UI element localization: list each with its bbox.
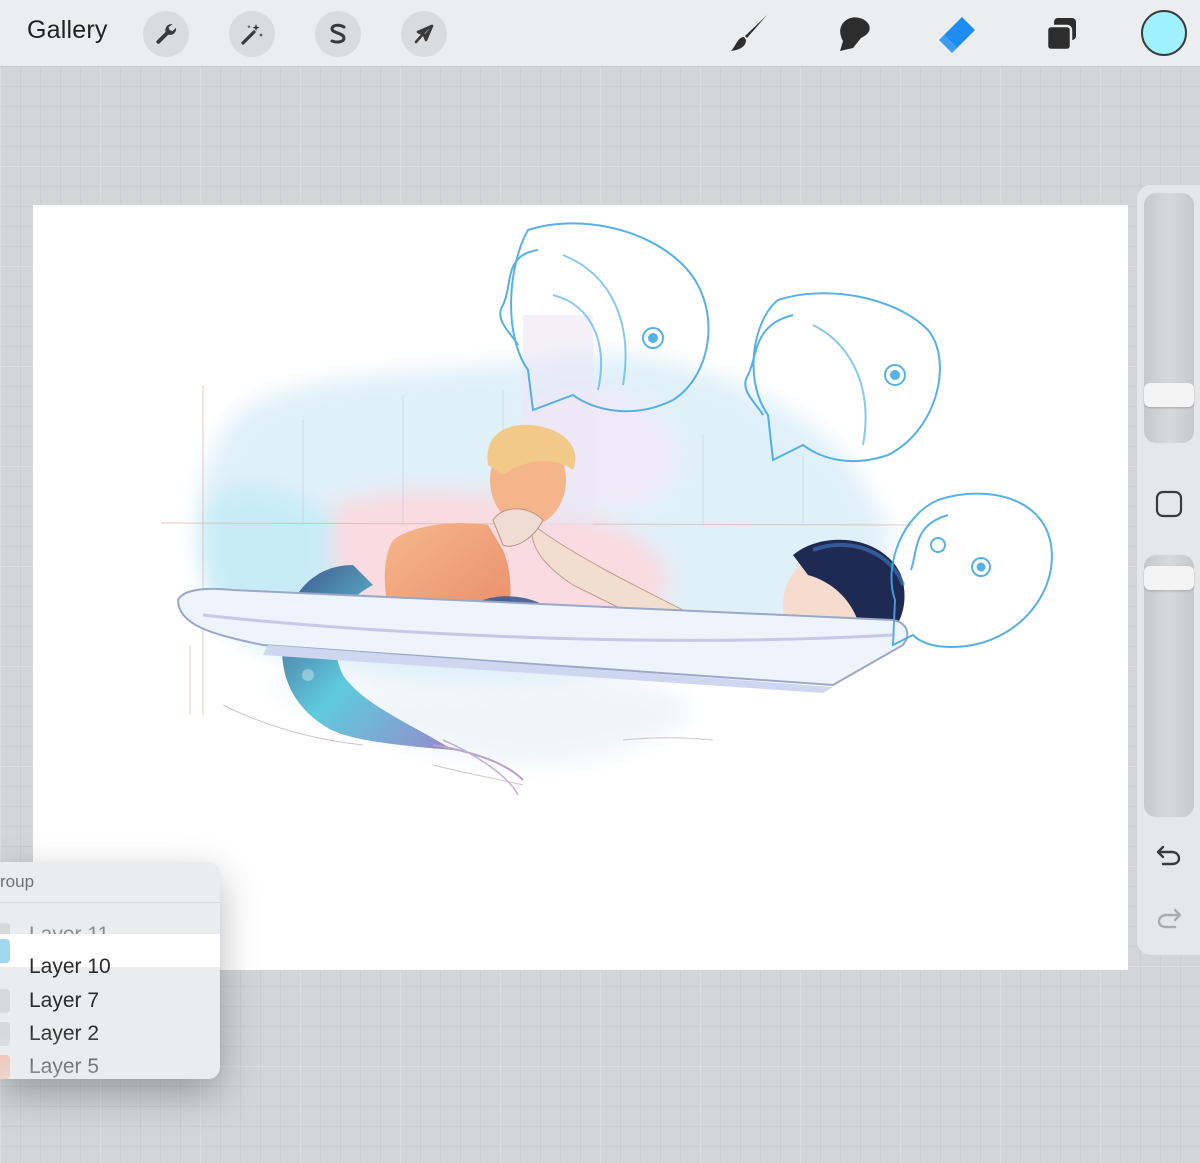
selection-s-icon	[330, 23, 346, 44]
square-modifier-icon[interactable]	[1155, 490, 1183, 518]
gallery-button[interactable]: Gallery	[27, 16, 108, 45]
undo-icon[interactable]	[1154, 839, 1184, 869]
brush-size-knob[interactable]	[1144, 383, 1194, 407]
divider	[0, 902, 220, 903]
layers-panel: roup Layer 11 Layer 10 Layer 7 Layer 2 L…	[0, 862, 220, 1079]
drawing-canvas[interactable]	[33, 205, 1128, 970]
layer-name: Layer 5	[29, 1055, 100, 1078]
artwork-illustration	[160, 222, 1053, 796]
arrow-cursor-icon	[414, 24, 434, 44]
adjustments-button[interactable]	[229, 11, 275, 57]
brush-icon	[731, 15, 767, 51]
transform-button[interactable]	[401, 11, 447, 57]
layer-thumbnail	[0, 1055, 10, 1079]
layer-group-label[interactable]: roup	[0, 872, 34, 892]
selection-button[interactable]	[315, 11, 361, 57]
layers-icon	[1045, 18, 1076, 52]
smudge-tool[interactable]	[828, 10, 878, 58]
opacity-knob[interactable]	[1144, 566, 1194, 590]
eraser-tool[interactable]	[932, 10, 982, 58]
redo-icon[interactable]	[1154, 902, 1184, 932]
layer-row[interactable]: Layer 7	[0, 984, 220, 1017]
actions-button[interactable]	[143, 11, 189, 57]
layer-name: Layer 2	[29, 1022, 100, 1045]
layer-name: Layer 7	[29, 989, 100, 1012]
layer-row[interactable]: Layer 5	[0, 1050, 220, 1079]
layer-row[interactable]: Layer 2	[0, 1017, 220, 1050]
smudge-icon	[840, 17, 870, 51]
opacity-slider[interactable]	[1144, 555, 1194, 817]
magic-wand-icon	[241, 24, 263, 45]
layer-name: Layer 10	[29, 955, 111, 978]
wrench-icon	[156, 24, 177, 44]
color-picker-button[interactable]	[1141, 10, 1187, 56]
eraser-icon	[939, 17, 975, 53]
layer-thumbnail	[0, 989, 10, 1013]
top-toolbar: Gallery	[0, 0, 1200, 67]
layer-row-selected[interactable]: Layer 10	[0, 934, 220, 978]
right-sidebar	[1137, 185, 1200, 955]
layer-thumbnail	[0, 939, 10, 963]
brush-tool[interactable]	[724, 10, 774, 58]
layer-thumbnail	[0, 1022, 10, 1046]
layers-tool[interactable]	[1036, 10, 1086, 58]
